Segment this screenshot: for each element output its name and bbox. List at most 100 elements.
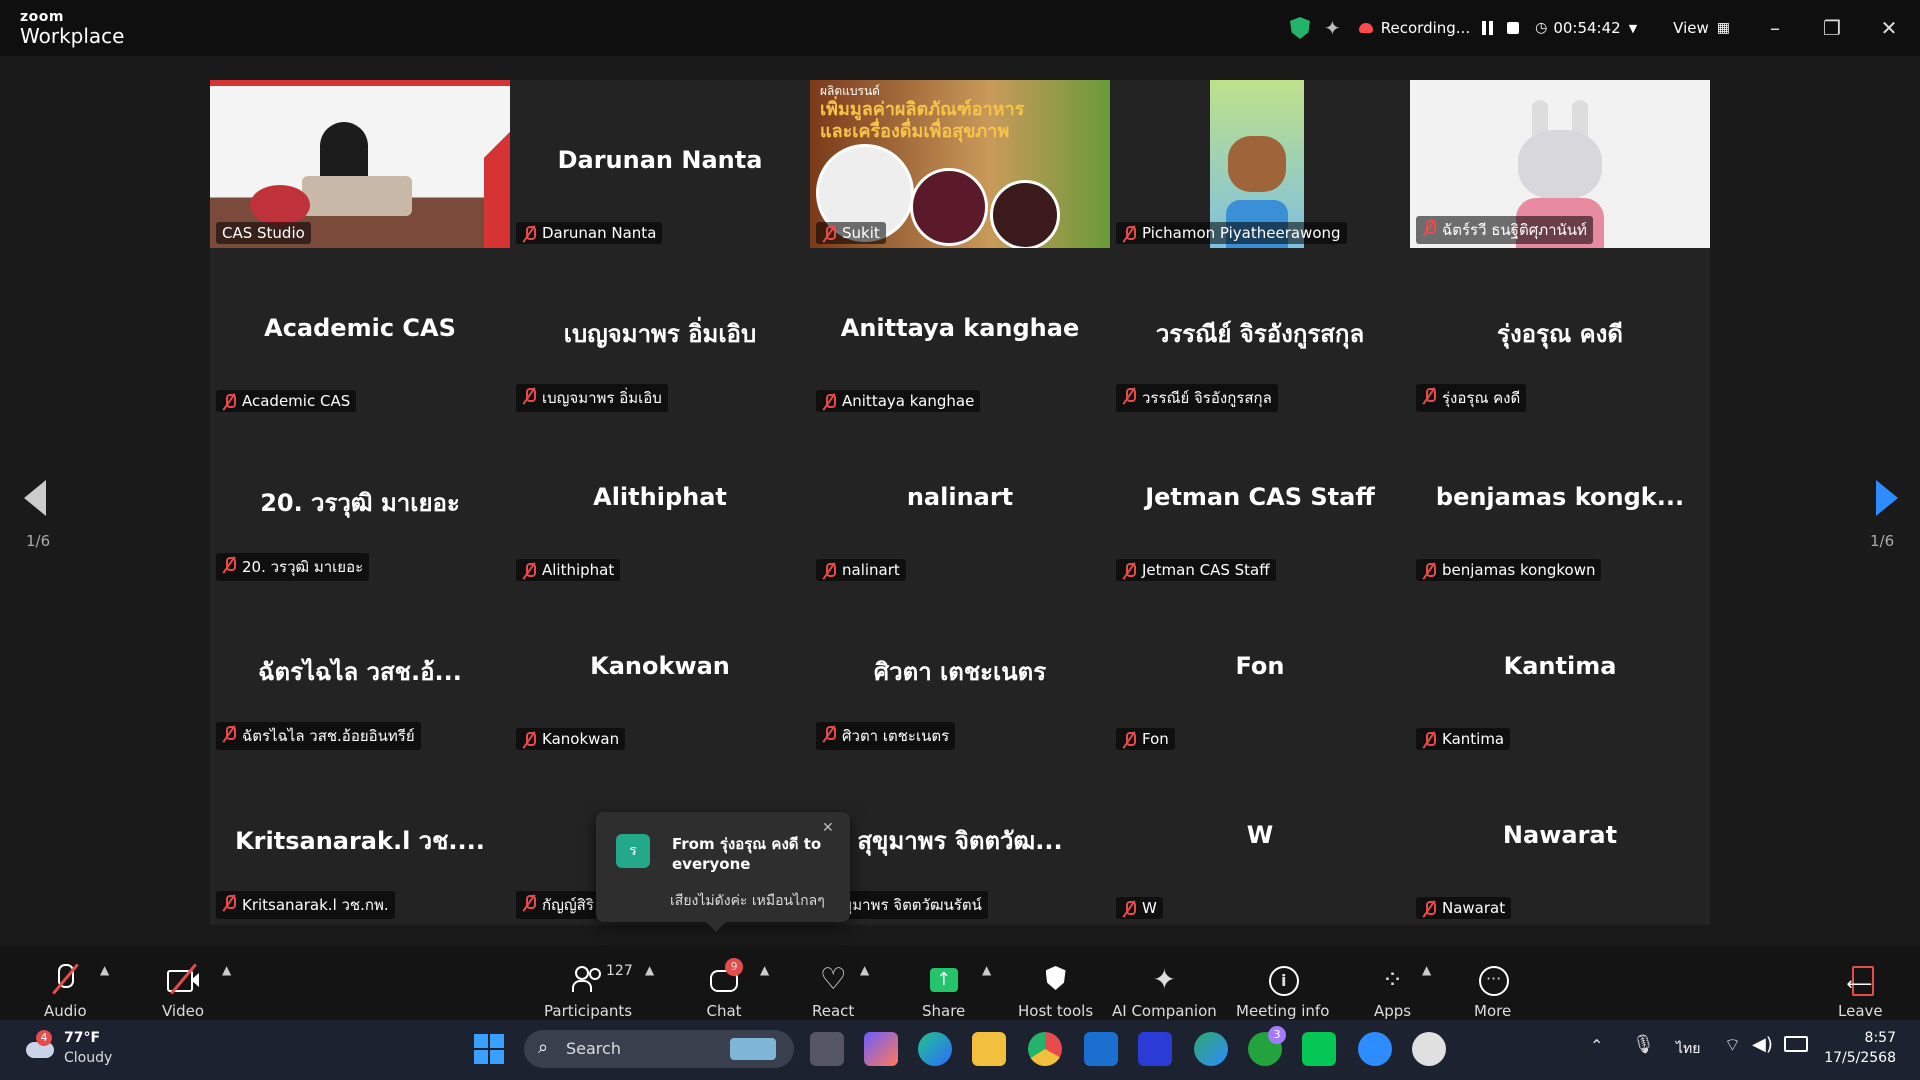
participant-tile[interactable]: วรรณีย์ จิรอังกูรสกุล วรรณีย์ จิรอังกูรสก… xyxy=(1110,248,1410,416)
audio-label: Audio xyxy=(44,1002,87,1020)
mic-muted-icon xyxy=(822,562,836,580)
shield-icon[interactable] xyxy=(1290,17,1310,39)
participant-tile[interactable]: Darunan Nanta Darunan Nanta xyxy=(510,80,810,248)
video-off-icon xyxy=(165,962,201,998)
share-button[interactable]: ↑ Share xyxy=(922,945,965,1028)
stop-icon[interactable] xyxy=(1507,22,1520,34)
participant-tile[interactable]: ฉัตรไฉไล วสช.อ้... ฉัตรไฉไล วสช.อ้อยอินทร… xyxy=(210,586,510,754)
participant-name-label: รุ่งอรุณ คงดี xyxy=(1416,384,1527,412)
participant-tile[interactable]: Nawarat Nawarat xyxy=(1410,755,1710,923)
microphone-icon[interactable]: 🎙 xyxy=(1632,1034,1655,1055)
recording-label[interactable]: Recording... xyxy=(1381,19,1470,37)
file-explorer-icon[interactable] xyxy=(972,1032,1006,1066)
participant-tile[interactable]: Fon Fon xyxy=(1110,586,1410,754)
participant-tile[interactable]: Alithiphat Alithiphat xyxy=(510,417,810,585)
chevron-up-icon[interactable]: ▲ xyxy=(860,963,869,977)
mic-off-icon xyxy=(47,962,83,998)
wifi-icon[interactable]: ⌔ xyxy=(1724,1034,1741,1057)
participant-name-text: เบญจมาพร อิ่มเอิบ xyxy=(542,389,662,407)
react-button[interactable]: ♡ React xyxy=(812,945,854,1028)
chat-button[interactable]: 9 Chat xyxy=(706,945,743,1028)
prev-page-arrow[interactable] xyxy=(24,480,46,516)
participant-tile[interactable]: Anittaya kanghae Anittaya kanghae xyxy=(810,248,1110,416)
restore-icon[interactable]: ❐ xyxy=(1818,14,1846,42)
task-view-icon[interactable] xyxy=(810,1032,844,1066)
copilot-icon[interactable] xyxy=(864,1032,898,1066)
participant-tile[interactable]: Kritsanarak.l วช.... Kritsanarak.l วช.กพ. xyxy=(210,755,510,923)
app-icon[interactable] xyxy=(1138,1032,1172,1066)
chevron-up-icon[interactable]: ▲ xyxy=(760,963,769,977)
apps-button[interactable]: ⁘ Apps xyxy=(1374,945,1411,1028)
participant-tile[interactable]: CAS Studio xyxy=(210,80,510,248)
chrome-icon[interactable] xyxy=(1028,1032,1062,1066)
leave-button[interactable]: ⟵ Leave xyxy=(1838,945,1883,1028)
weather-widget[interactable]: 4 xyxy=(22,1030,56,1062)
chevron-up-icon[interactable]: ▲ xyxy=(100,963,109,977)
participant-tile[interactable]: benjamas kongk... benjamas kongkown xyxy=(1410,417,1710,585)
input-language[interactable]: ไทย xyxy=(1676,1038,1700,1060)
mic-muted-icon xyxy=(1122,900,1136,918)
weather-badge: 4 xyxy=(36,1030,52,1046)
xbox-icon[interactable]: 3 xyxy=(1248,1026,1286,1066)
participant-tile[interactable]: ศิวตา เตชะเนตร ศิวตา เตชะเนตร xyxy=(810,586,1110,754)
outlook-icon[interactable] xyxy=(1084,1032,1118,1066)
meeting-info-button[interactable]: i Meeting info xyxy=(1236,945,1329,1028)
next-page-arrow[interactable] xyxy=(1876,480,1898,516)
volume-icon[interactable]: ◀) xyxy=(1752,1034,1773,1055)
clock-time[interactable]: 8:57 xyxy=(1865,1030,1896,1046)
chevron-up-icon[interactable]: ▲ xyxy=(645,963,654,977)
participant-tile[interactable]: ผลิตแบรนด์ เพิ่มมูลค่าผลิตภัณฑ์อาหาร และเค… xyxy=(810,80,1110,248)
participants-button[interactable]: Participants xyxy=(544,945,632,1028)
chat-notification[interactable]: ร ✕ From รุ่งอรุณ คงดี to everyone เสียง… xyxy=(596,812,850,932)
globe-icon[interactable] xyxy=(1194,1032,1228,1066)
participant-tile[interactable]: nalinart nalinart xyxy=(810,417,1110,585)
line-icon[interactable] xyxy=(1302,1032,1336,1066)
clock-date[interactable]: 17/5/2568 xyxy=(1824,1050,1896,1066)
edge-icon[interactable] xyxy=(918,1032,952,1066)
gear-icon[interactable] xyxy=(1412,1032,1446,1066)
chevron-down-icon[interactable]: ▼ xyxy=(1629,22,1637,35)
ai-companion-button[interactable]: ✦ AI Companion xyxy=(1112,945,1217,1028)
participant-tile[interactable]: ฉัตร์รวี ธนฐิติศุภานันท์ xyxy=(1410,80,1710,248)
participant-tile[interactable]: รุ่งอรุณ คงดี รุ่งอรุณ คงดี xyxy=(1410,248,1710,416)
participant-name-text: Kanokwan xyxy=(542,730,620,748)
minimize-icon[interactable]: – xyxy=(1761,14,1789,42)
participant-display-name: Anittaya kanghae xyxy=(840,314,1080,342)
participant-name-text: ฉัตรไฉไล วสช.อ้อยอินทรีย์ xyxy=(242,727,415,745)
participant-tile[interactable]: WW xyxy=(1110,755,1410,923)
taskbar-search[interactable]: ⌕ Search xyxy=(524,1030,794,1068)
video-button[interactable]: Video xyxy=(162,945,204,1028)
audio-button[interactable]: Audio xyxy=(44,945,87,1028)
participant-tile[interactable]: สุขุมาพร จิตตวัฒ... ขุมาพร จิตตวัฒนรัตน์ xyxy=(810,755,1110,923)
sender-avatar: ร xyxy=(616,834,650,868)
chevron-up-icon[interactable]: ▲ xyxy=(1422,963,1431,977)
close-icon[interactable]: ✕ xyxy=(1875,14,1903,42)
tray-overflow-icon[interactable]: ⌃ xyxy=(1590,1036,1603,1055)
chevron-up-icon[interactable]: ▲ xyxy=(982,963,991,977)
participant-display-name: Nawarat xyxy=(1502,821,1618,849)
start-icon[interactable] xyxy=(474,1034,504,1064)
participant-name-label: nalinart xyxy=(816,559,906,581)
participant-tile[interactable]: Pichamon Piyatheerawong xyxy=(1110,80,1410,248)
chat-badge: 9 xyxy=(725,958,743,976)
zoom-icon[interactable] xyxy=(1358,1032,1392,1066)
participant-tile[interactable]: Academic CAS Academic CAS xyxy=(210,248,510,416)
more-button[interactable]: ··· More xyxy=(1474,945,1511,1028)
participant-tile[interactable]: เบญจมาพร อิ่มเอิบ เบญจมาพร อิ่มเอิบ xyxy=(510,248,810,416)
grid-icon[interactable]: ▦ xyxy=(1717,20,1730,36)
participant-tile[interactable]: Kanokwan Kanokwan xyxy=(510,586,810,754)
participant-tile[interactable]: 20. วรวุฒิ มาเยอะ 20. วรวุฒิ มาเยอะ xyxy=(210,417,510,585)
mic-muted-icon xyxy=(222,393,236,411)
host-tools-button[interactable]: Host tools xyxy=(1018,945,1093,1028)
meeting-timer[interactable]: 00:54:42 xyxy=(1553,19,1620,37)
participant-tile[interactable]: Jetman CAS Staff Jetman CAS Staff xyxy=(1110,417,1410,585)
participant-tile[interactable]: Kantima Kantima xyxy=(1410,586,1710,754)
sparkle-icon[interactable]: ✦ xyxy=(1324,16,1341,40)
participant-name-label: CAS Studio xyxy=(216,222,311,244)
battery-icon[interactable] xyxy=(1784,1036,1808,1052)
view-button[interactable]: View xyxy=(1673,19,1709,37)
chevron-up-icon[interactable]: ▲ xyxy=(222,963,231,977)
pause-icon[interactable] xyxy=(1482,21,1487,35)
brand-big: Workplace xyxy=(20,24,125,48)
mic-muted-icon xyxy=(522,562,536,580)
